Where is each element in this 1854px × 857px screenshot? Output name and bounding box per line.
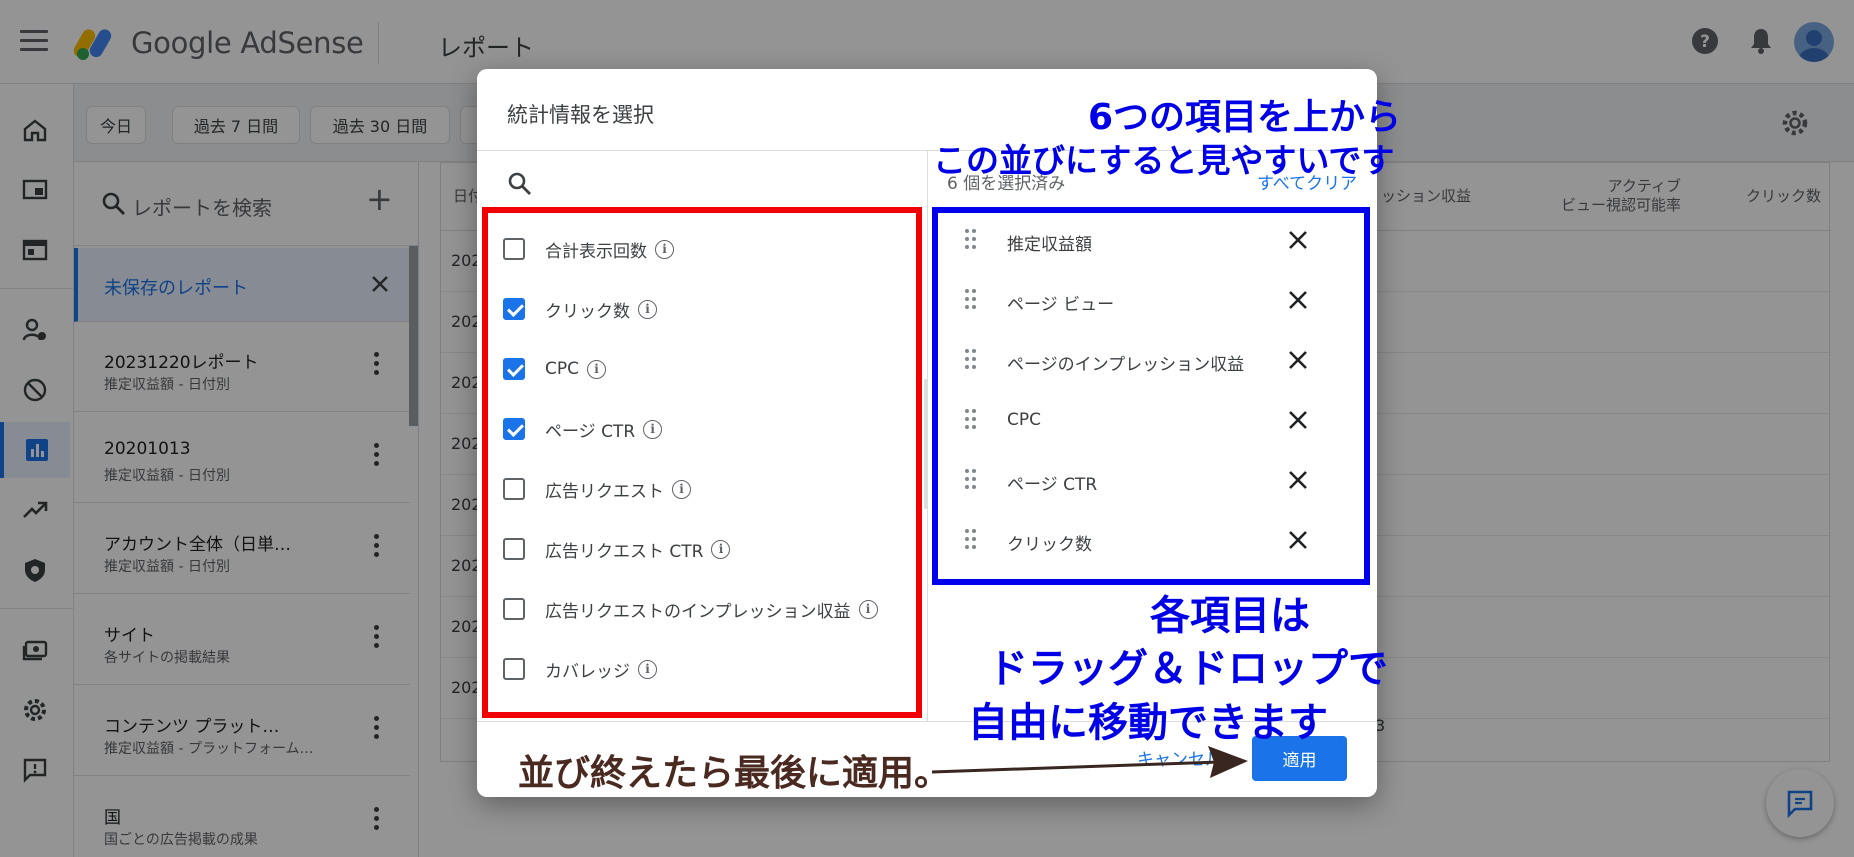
- annotation-text: 自由に移動できます: [968, 700, 1328, 746]
- annotation-text: 並び終えたら最後に適用。: [518, 753, 951, 794]
- selected-metrics-highlight: [932, 207, 1370, 585]
- annotation-text: ドラッグ＆ドロップで: [988, 646, 1388, 692]
- search-icon[interactable]: [505, 169, 535, 199]
- arrow-icon: [931, 746, 1248, 778]
- annotation-text: この並びにすると見やすいです: [933, 141, 1395, 180]
- dialog-title: 統計情報を選択: [507, 103, 654, 127]
- available-options-highlight: [482, 207, 922, 718]
- annotation-text: 各項目は: [1150, 593, 1310, 639]
- annotation-text: 6つの項目を上から: [1088, 97, 1402, 138]
- divider: [927, 151, 928, 721]
